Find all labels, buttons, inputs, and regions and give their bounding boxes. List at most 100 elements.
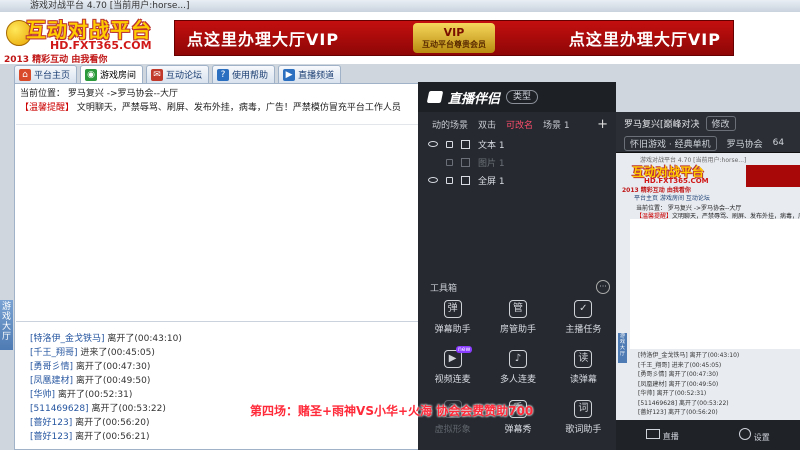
more-icon[interactable]: ··· [596, 280, 610, 294]
image-source-icon [461, 157, 470, 167]
log-user[interactable]: [凤凰建材] [30, 376, 73, 386]
log-user[interactable]: [勇哥彡情] [30, 362, 73, 372]
breadcrumb: 当前位置： 罗马复兴 ->罗马协会--大厅 [20, 89, 179, 99]
log-user: [511469628] [638, 399, 678, 407]
category-button[interactable]: 怀旧游戏 · 经典单机 [624, 135, 717, 151]
tab-live[interactable]: ▶ 直播频道 [278, 65, 342, 83]
vip-banner-left-text: 点这里办理大厅VIP [187, 30, 340, 49]
list-item: [勇哥彡情] 离开了(00:47:30) [638, 370, 739, 380]
tab-forum[interactable]: ✉ 互动论坛 [146, 65, 210, 83]
chat-panel[interactable] [16, 124, 422, 322]
log-action: 离开了(00:56:20) [75, 418, 150, 428]
scene-tabs: 动的场景 双击 可改名 场景 1 + [418, 114, 616, 134]
tool-multi-link[interactable]: ♪ 多人连麦 [485, 350, 550, 392]
lock-icon[interactable] [446, 158, 453, 166]
list-item: [特洛伊_金戈铁马] 离开了(00:43:10) [638, 351, 739, 361]
eye-icon[interactable] [428, 141, 438, 147]
preview-logo-url: HD.FXT365.COM [644, 177, 709, 185]
new-badge: new [456, 346, 473, 353]
stream-header: 直播伴侣 类型 [418, 82, 616, 112]
tab-label: 直播频道 [298, 71, 335, 81]
tool-bullet-comment[interactable]: 弹弹幕助手 [420, 300, 485, 342]
tab-label: 互动论坛 [166, 71, 203, 81]
type-dropdown[interactable]: 类型 [506, 90, 539, 104]
live-button[interactable]: 直播 [646, 428, 679, 442]
tool-video-link[interactable]: ▶ new 视频连麦 [420, 346, 485, 392]
settings-button[interactable]: 设置 [739, 427, 770, 443]
source-label: 文本 1 [478, 140, 505, 151]
notice-tag: 【温馨提醒】 [20, 103, 75, 113]
log-user[interactable]: [511469628] [30, 404, 89, 414]
tool-read-comment[interactable]: 读读弹幕 [551, 350, 616, 392]
preview-vip-banner [746, 165, 800, 187]
lock-icon[interactable] [446, 140, 453, 148]
log-action: 离开了(00:47:30) [668, 371, 719, 378]
lyrics-icon: 词 [574, 400, 593, 418]
log-action: 进来了(00:45:05) [671, 361, 722, 369]
fullscreen-source-icon [461, 175, 470, 185]
log-action: 离开了(00:52:31) [57, 390, 133, 400]
log-user: [特洛伊_金戈铁马] [638, 352, 688, 359]
edit-title-button[interactable]: 修改 [705, 115, 736, 131]
preview-tabs: 平台主页 游戏房间 互动论坛 [634, 193, 710, 202]
tool-anchor-task[interactable]: ✓ 主播任务 [551, 300, 616, 342]
side-strip-game-hall[interactable]: 游戏大厅 [0, 300, 13, 350]
toolbox-grid: 弹弹幕助手 管房管助手 ✓ 主播任务 ▶ new 视频连麦 ♪ 多人连麦 读读弹幕 ☺ 虚… [420, 300, 616, 442]
log-user[interactable]: [蔷好123] [30, 432, 72, 442]
log-user: [千王_翔哥] [638, 361, 670, 369]
tab-game-room[interactable]: ◉ 游戏房间 [80, 65, 144, 83]
live-icon: ▶ [283, 68, 296, 81]
source-row[interactable]: 全屏 1 [428, 172, 505, 188]
log-action: 离开了(00:56:21) [75, 432, 150, 442]
help-icon: ? [217, 68, 230, 81]
toolbox-header: 工具箱 ··· [430, 280, 610, 294]
platform-logo: 互动对战平台 HD.FXT365.COM 2013 精彩互动 由我看你 [4, 14, 170, 65]
lock-icon[interactable] [446, 176, 453, 184]
tab-label: 使用帮助 [232, 71, 269, 81]
match-caption: 第四场：赌圣+雨神VS小华+火海 协会会费赞助700 [250, 404, 534, 418]
tool-lyrics[interactable]: 词歌词助手 [551, 400, 616, 442]
vip-badge-top: VIP [443, 26, 465, 39]
log-user[interactable]: [华帅] [30, 390, 55, 400]
main-tabs: ⌂ 平台主页 ◉ 游戏房间 ✉ 互动论坛 ? 使用帮助 ▶ 直播频道 [14, 65, 434, 83]
list-item: [华帅] 离开了(00:52:31) [30, 388, 410, 402]
tab-home[interactable]: ⌂ 平台主页 [14, 65, 78, 83]
log-action: 离开了(00:49:50) [75, 376, 151, 386]
multi-link-icon: ♪ [508, 350, 527, 368]
tool-label: 弹幕秀 [504, 425, 532, 435]
log-user[interactable]: [千王_翔哥] [30, 348, 78, 358]
vip-banner[interactable]: 点这里办理大厅VIP VIP 互动平台尊贵会员 点这里办理大厅VIP [174, 20, 734, 56]
tool-label: 弹幕助手 [434, 325, 471, 335]
log-action: 离开了(00:47:30) [75, 362, 151, 372]
tool-label: 读弹幕 [569, 375, 597, 385]
settings-label: 设置 [753, 432, 770, 442]
source-row[interactable]: 文本 1 [428, 136, 505, 152]
scene-tab[interactable]: 场景 1 [543, 118, 570, 131]
text-source-icon [461, 139, 470, 149]
task-icon: ✓ [574, 300, 593, 318]
scene-tab-active[interactable]: 可改名 [506, 118, 533, 131]
scene-tab[interactable]: 动的场景 [432, 118, 468, 131]
forum-icon: ✉ [151, 68, 164, 81]
add-scene-icon[interactable]: + [597, 117, 608, 132]
preview-tab: 平台主页 [634, 195, 659, 202]
home-icon: ⌂ [19, 68, 31, 81]
admin-icon: 管 [508, 300, 527, 318]
preview-tab: 互动论坛 [685, 195, 710, 202]
list-item: [华帅] 离开了(00:52:31) [638, 389, 739, 399]
list-item: [千王_翔哥] 进来了(00:45:05) [30, 346, 410, 360]
tool-label: 虚拟形象 [434, 425, 471, 435]
log-action: 离开了(00:56:20) [668, 409, 718, 416]
log-user[interactable]: [蔷好123] [30, 418, 72, 428]
tool-room-admin[interactable]: 管房管助手 [485, 300, 550, 342]
log-action: 离开了(00:52:31) [656, 390, 707, 397]
vip-banner-right-text: 点这里办理大厅VIP [568, 30, 721, 49]
eye-icon[interactable] [428, 177, 438, 183]
log-user[interactable]: [特洛伊_金戈铁马] [30, 334, 105, 344]
source-row[interactable]: 图片 1 [428, 154, 505, 170]
log-user: [蔷好123] [638, 409, 667, 416]
log-action: 离开了(00:49:50) [668, 380, 719, 388]
preview-chat-area [630, 219, 800, 349]
tab-help[interactable]: ? 使用帮助 [212, 65, 276, 83]
scene-tab[interactable]: 双击 [478, 118, 496, 131]
